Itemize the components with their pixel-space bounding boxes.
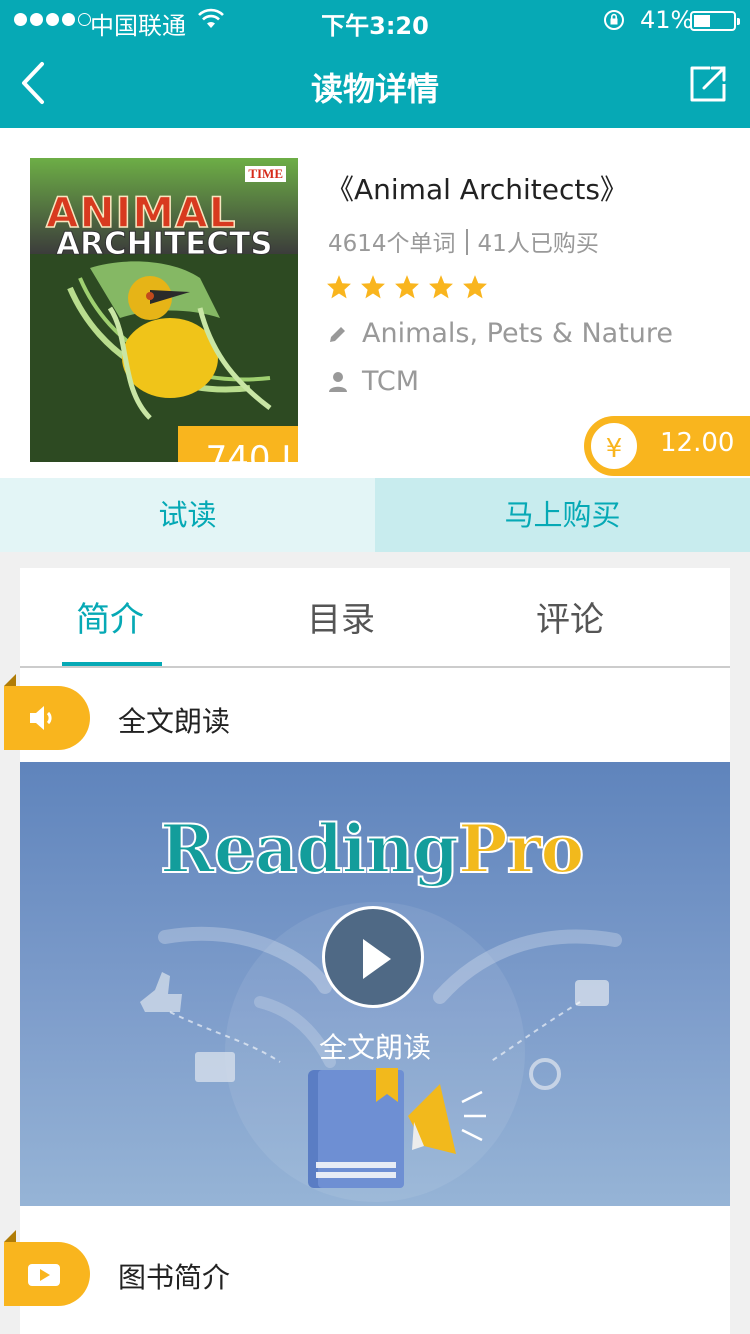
orientation-lock-icon <box>604 10 624 30</box>
yuan-coin-icon: ¥ <box>588 420 640 472</box>
logo-text-reading: Reading <box>159 809 460 889</box>
book-publisher: TCM <box>328 366 419 397</box>
book-title: 《Animal Architects》 <box>326 173 628 206</box>
cover-badge: TIME <box>245 166 286 182</box>
video-badge <box>4 1230 90 1306</box>
publisher-label: TCM <box>362 366 420 397</box>
buy-now-button[interactable]: 马上购买 <box>375 478 750 552</box>
buyer-count: 41人已购买 <box>477 231 599 257</box>
price-tag: ¥ 12.00 <box>584 416 750 476</box>
pencil-icon <box>330 326 345 342</box>
tab-contents[interactable]: 目录 <box>307 592 375 641</box>
lexile-level-badge: 740 L <box>178 426 298 462</box>
person-icon <box>329 371 347 392</box>
speaker-icon <box>30 706 52 730</box>
logo-text-pro: Pro <box>457 809 585 889</box>
video-icon <box>28 1264 60 1286</box>
star-icon <box>395 275 419 299</box>
readingpro-logo: ReadingPro <box>159 809 585 889</box>
star-icon <box>327 275 351 299</box>
word-count: 4614个单词 <box>328 231 456 257</box>
speaker-badge <box>4 674 90 750</box>
book-info: TIME ANIMAL ARCHITECTS 740 L 《Animal Arc… <box>0 128 750 478</box>
star-icon <box>463 275 487 299</box>
book-cover[interactable]: TIME ANIMAL ARCHITECTS 740 L <box>30 158 298 462</box>
meta-divider <box>465 229 468 255</box>
book-category: Animals, Pets & Nature <box>328 318 673 349</box>
play-label: 全文朗读 <box>318 1031 431 1064</box>
share-button[interactable] <box>688 64 728 104</box>
page-title: 读物详情 <box>310 70 439 108</box>
tab-comments[interactable]: 评论 <box>536 592 604 641</box>
detail-card: 简介 目录 评论 全文朗读 ReadingPro 全文朗读 图书简介 <box>4 568 730 1334</box>
category-label: Animals, Pets & Nature <box>362 318 674 349</box>
book-intro-label: 图书简介 <box>118 1261 231 1294</box>
star-icon <box>429 275 453 299</box>
active-tab-indicator <box>62 662 162 666</box>
read-aloud-banner[interactable]: ReadingPro 全文朗读 <box>20 762 730 1206</box>
play-button[interactable] <box>322 906 424 1008</box>
tab-bar: 简介 目录 评论 <box>20 568 730 668</box>
top-bar: 中国联通 下午3:20 41% 读物详情 <box>0 0 750 128</box>
cover-title-line2: ARCHITECTS <box>56 226 274 263</box>
tab-intro[interactable]: 简介 <box>76 592 144 641</box>
read-aloud-section: 全文朗读 <box>4 672 730 762</box>
rating-stars <box>326 274 488 300</box>
book-meta: 4614个单词 41人已购买 <box>328 224 599 258</box>
book-intro-section: 图书简介 <box>4 1228 730 1318</box>
trial-read-button[interactable]: 试读 <box>0 478 375 552</box>
play-icon <box>363 939 391 979</box>
battery-percent: 41% <box>640 6 694 34</box>
action-bar: 试读 马上购买 <box>0 478 750 552</box>
star-icon <box>361 275 385 299</box>
read-aloud-label: 全文朗读 <box>118 705 231 738</box>
status-bar: 中国联通 下午3:20 41% <box>0 0 750 42</box>
price-value: 12.00 <box>660 428 735 458</box>
clock: 下午3:20 <box>321 12 429 40</box>
battery-icon <box>690 11 740 31</box>
